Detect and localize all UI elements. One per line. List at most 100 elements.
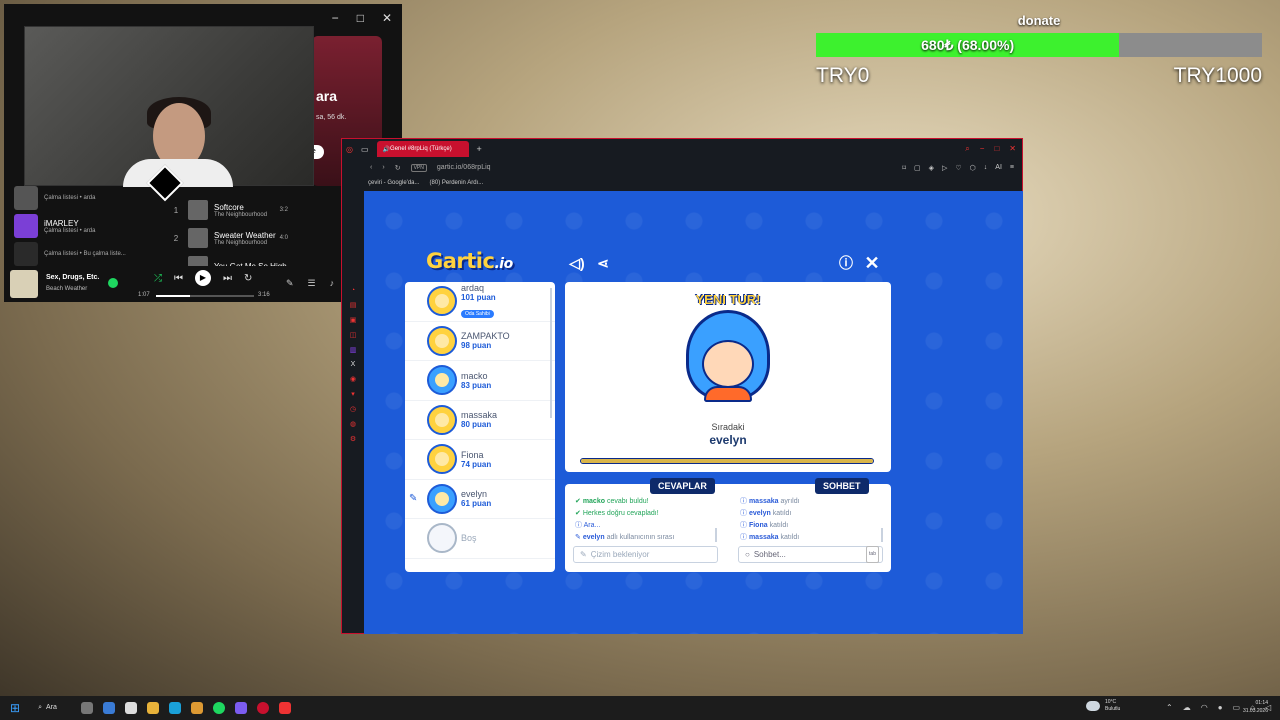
tab-menu-icon[interactable]: ▭ [361,145,369,154]
display-icon[interactable]: ▭ [1233,703,1241,712]
share-icon[interactable]: ⋖ [593,253,613,273]
search-icon[interactable]: ⌕ [965,144,969,154]
player-row[interactable]: ZAMPAKTO 98 puan [405,322,555,361]
shield-icon[interactable]: ◈ [929,164,934,172]
file-explorer-icon[interactable] [146,702,159,714]
track-artist: The Neighbourhood [214,211,268,218]
track-artist: The Neighbourhood [214,239,268,246]
maximize-icon[interactable]: □ [357,11,364,25]
player-row[interactable]: macko 83 puan [405,361,555,401]
close-icon[interactable]: ✕ [382,11,392,25]
library-item[interactable]: Çalma listesi • Bu çalma liste... [14,240,154,268]
liked-check-icon[interactable] [108,278,118,288]
bookmark-icon[interactable]: ⌑ [902,164,906,172]
clock[interactable]: 01:14 31.03.2026 [1243,699,1268,715]
pencil-icon[interactable]: ✎ [286,278,294,289]
weather-temp: 10°C [1105,699,1117,705]
player-row[interactable]: massaka 80 puan [405,401,555,440]
sidebar-x-icon[interactable]: X [351,361,356,368]
snapshot-icon[interactable]: ▢ [914,164,921,172]
chat-messages: ⓘ massaka ayrıldı ⓘ evelyn katıldı ⓘ Fio… [740,496,880,544]
url-field[interactable]: gartic.io/068rpLiq [437,164,491,171]
track-row[interactable]: 1 Softcore The Neighbourhood 3:2 [170,196,346,224]
answers-chat-panel: CEVAPLAR SOHBET ✔ macko cevabı buldu! ✔ … [565,478,891,572]
forward-icon[interactable]: › [382,164,384,171]
volume-icon[interactable]: ◁) [567,253,587,273]
answer-message: ✔ Herkes doğru cevapladı! [575,510,659,517]
close-icon[interactable]: ✕ [862,253,882,273]
track-row[interactable]: 2 Sweater Weather The Neighbourhood 4:0 [170,224,346,252]
chat-input-placeholder: Sohbet... [753,550,786,559]
new-tab-icon[interactable]: + [477,144,482,154]
bookmark-item[interactable]: çeviri - Google'da... [368,180,420,186]
next-icon[interactable]: ⏭ [223,273,232,284]
player-row[interactable]: ardaq 101 puan Oda Sahibi [405,282,555,322]
vpn-badge[interactable]: VPN [410,163,427,172]
sidebar-history-icon[interactable]: ◷ [350,405,356,413]
shuffle-icon[interactable]: ⤮ [154,273,162,284]
previous-icon[interactable]: ⏮ [174,273,183,284]
sidebar-chat-icon[interactable]: ▣ [350,316,357,324]
library-item[interactable]: Çalma listesi • arda [14,184,154,212]
download-icon[interactable]: ↓ [984,164,988,172]
player-icon[interactable]: ▷ [942,164,947,172]
repeat-icon[interactable]: ↻ [244,273,252,284]
chevron-up-icon[interactable]: ⌃ [1166,703,1173,712]
queue-icon[interactable]: ☰ [308,278,316,289]
now-playing-cover[interactable] [10,270,38,298]
discord-icon[interactable] [234,702,247,714]
sidebar-messenger-icon[interactable]: ◫ [350,331,357,339]
empty-slot[interactable]: Boş [405,519,555,559]
back-icon[interactable]: ‹ [370,164,372,171]
sidebar-settings-icon[interactable]: ⚙ [350,435,356,443]
sidebar-cube-icon[interactable]: ◍ [350,420,356,428]
chat-scrollbar[interactable] [881,528,883,542]
recorder-icon[interactable] [278,702,291,714]
library-item[interactable]: iMARLEY Çalma listesi • arda [14,212,154,240]
next-label: Sıradaki [711,422,745,432]
widgets-icon[interactable] [102,702,115,714]
player-row[interactable]: ✎ evelyn 61 puan [405,480,555,519]
volume-icon[interactable]: ♪ [330,278,335,289]
sidebar-aria-icon[interactable]: ◔ [351,287,355,294]
cloud-sync-icon[interactable]: ☁ [1183,703,1191,712]
minimize-icon[interactable]: − [980,144,985,154]
bookmark-item[interactable]: (80) Perdenin Ardı... [430,180,484,186]
store-icon[interactable] [124,702,137,714]
playback-progress[interactable] [156,295,254,297]
maximize-icon[interactable]: □ [994,144,999,154]
extensions-icon[interactable]: ⬡ [970,164,976,172]
minimize-icon[interactable]: − [332,11,339,25]
browser-tab-gartic[interactable]: 🔊 Genel #8rpLiq (Türkçe) [376,141,469,157]
player-list-scrollbar[interactable] [550,288,552,418]
weather-widget[interactable]: 10°C Bulutlu [1086,699,1120,713]
task-view-icon[interactable] [80,702,93,714]
ai-button[interactable]: AI [995,164,1002,172]
chrome-icon[interactable] [190,702,203,714]
sidebar-bag-icon[interactable]: ▤ [350,301,357,309]
player-row[interactable]: Fiona 74 puan [405,440,555,480]
wifi-icon[interactable]: ◠ [1201,703,1208,712]
heart-icon[interactable]: ♡ [955,164,961,172]
play-button[interactable]: ▶ [195,270,211,286]
sidebar-twitch-icon[interactable]: ▥ [350,346,357,354]
opera-icon[interactable] [256,702,269,714]
sidebar-pin-icon[interactable]: ▾ [351,390,355,398]
windows-start-icon[interactable]: ⊞ [10,701,20,715]
info-icon[interactable]: ⓘ [836,253,856,273]
close-icon[interactable]: ✕ [1009,144,1016,154]
chat-input[interactable]: ○ Sohbet... tab [738,546,883,563]
reload-icon[interactable]: ↻ [395,164,401,172]
menu-icon[interactable]: ≡ [1010,164,1014,172]
edge-icon[interactable] [168,702,181,714]
answer-input[interactable]: ✎ Çizim bekleniyor [573,546,718,563]
taskbar-search[interactable]: ⌕ Ara [38,704,57,712]
opera-logo-icon[interactable]: ◎ [346,145,353,154]
now-playing-artist[interactable]: Beach Weather [46,286,87,292]
answers-scrollbar[interactable] [715,528,717,542]
player-avatar [427,483,457,514]
spotify-icon[interactable] [212,702,225,714]
mic-icon[interactable]: ● [1218,703,1223,712]
sidebar-music-icon[interactable]: ◉ [350,375,356,383]
now-playing-title[interactable]: Sex, Drugs, Etc. [46,274,99,281]
